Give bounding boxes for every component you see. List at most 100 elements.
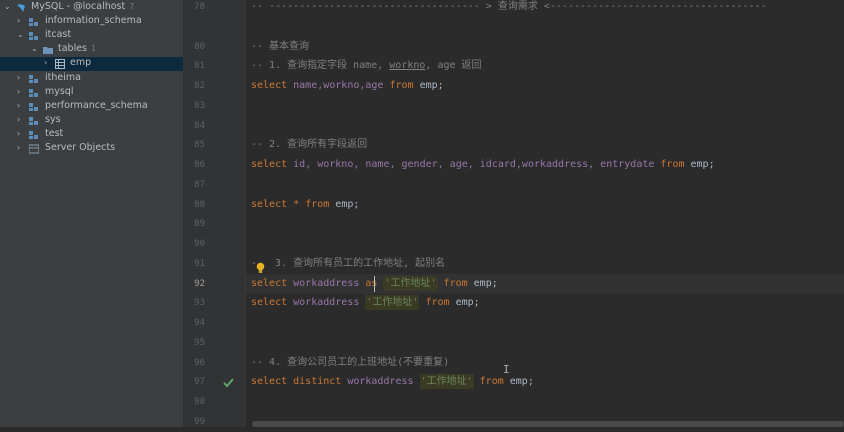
code-line-82: select name,workno,age from emp; — [251, 76, 444, 96]
line-number: 90 — [194, 239, 205, 249]
lightbulb-icon[interactable] — [256, 262, 265, 274]
tables-count: 1 — [91, 44, 97, 53]
schema-icon — [29, 18, 38, 26]
table-name: emp; — [467, 278, 498, 289]
keyword-distinct: distinct — [287, 376, 342, 387]
column-name: workaddress — [287, 297, 366, 308]
tree-node-tables[interactable]: ⌄ tables 1 — [0, 43, 183, 57]
keyword-from: from — [389, 80, 414, 91]
string-alias: '工作地址' — [419, 374, 474, 389]
line-number: 91 — [194, 259, 205, 269]
keyword-from: from — [419, 297, 450, 308]
table-icon — [55, 59, 65, 69]
run-success-check-icon[interactable] — [223, 377, 234, 388]
tree-label: itcast — [45, 29, 72, 40]
table-name: emp; — [329, 199, 360, 210]
keyword-from: from — [437, 278, 468, 289]
tree-node-mysql[interactable]: › mysql — [0, 86, 183, 100]
horizontal-scrollbar[interactable] — [252, 421, 844, 427]
chevron-right-icon[interactable]: › — [44, 58, 47, 67]
schema-icon — [29, 32, 38, 40]
comment: -- 2. 查询所有字段返回 — [251, 139, 368, 150]
table-name: emp; — [413, 80, 444, 91]
tree-label: tables — [58, 43, 88, 54]
tree-node-emp[interactable]: › emp — [0, 57, 183, 71]
folder-icon — [43, 47, 53, 54]
chevron-down-icon[interactable]: ⌄ — [4, 2, 11, 11]
table-name: emp; — [503, 376, 534, 387]
code-line-96: -- 4. 查询公司员工的上班地址(不要重复) — [251, 353, 449, 373]
keyword-select: select — [251, 376, 288, 387]
keyword-select: select — [251, 297, 288, 308]
comment: -- 基本查询 — [251, 41, 310, 52]
comment: , age 返回 — [425, 60, 482, 71]
schema-icon — [29, 103, 38, 111]
line-number-current: 92 — [194, 279, 205, 289]
line-number: 99 — [194, 417, 205, 427]
chevron-right-icon[interactable]: › — [17, 87, 20, 96]
line-number: 93 — [194, 298, 205, 308]
tree-label: sys — [45, 114, 61, 125]
keyword-from: from — [473, 376, 504, 387]
line-number: 81 — [194, 61, 205, 71]
tree-label: information_schema — [45, 15, 142, 26]
column-name: workaddress — [287, 278, 366, 289]
tree-node-performance-schema[interactable]: › performance_schema — [0, 100, 183, 114]
chevron-right-icon[interactable]: › — [17, 143, 20, 152]
tree-node-server-objects[interactable]: › Server Objects — [0, 142, 183, 156]
comment: -- 4. 查询公司员工的上班地址(不要重复) — [251, 357, 450, 368]
line-number: 84 — [194, 121, 205, 131]
code-line-91: - 3. 查询所有员工的工作地址, 起别名 — [251, 254, 445, 274]
schema-icon — [29, 117, 38, 125]
chevron-right-icon[interactable]: › — [17, 129, 20, 138]
code-line-78: -- ----------------------------------- >… — [251, 0, 767, 17]
chevron-right-icon[interactable]: › — [17, 101, 20, 110]
tree-label: mysql — [45, 86, 74, 97]
schema-icon — [29, 131, 38, 139]
line-number: 88 — [194, 200, 205, 210]
chevron-down-icon[interactable]: ⌄ — [31, 44, 38, 53]
line-number: 83 — [194, 101, 205, 111]
keyword-as: as — [365, 278, 378, 289]
comment: 3. 查询所有员工的工作地址, 起别名 — [269, 258, 446, 269]
tree-node-itheima[interactable]: › itheima — [0, 72, 183, 86]
tree-label: performance_schema — [45, 100, 148, 111]
line-number: 86 — [194, 160, 205, 170]
line-number: 95 — [194, 338, 205, 348]
tree-node-itcast[interactable]: ⌄ itcast — [0, 29, 183, 43]
string-alias: '工作地址' — [365, 295, 420, 310]
code-line-81: -- 1. 查询指定字段 name, workno, age 返回 — [251, 56, 482, 76]
tree-node-information-schema[interactable]: › information_schema — [0, 15, 183, 29]
keyword-from: from — [305, 199, 330, 210]
code-line-80: -- 基本查询 — [251, 37, 309, 57]
mouse-cursor-icon: I — [503, 363, 510, 376]
line-number: 85 — [194, 140, 205, 150]
code-line-93: select workaddress '工作地址' from emp; — [251, 293, 480, 313]
column-name: workaddress — [341, 376, 420, 387]
chevron-right-icon[interactable]: › — [17, 16, 20, 25]
line-number: 78 — [194, 2, 205, 12]
line-number: 87 — [194, 180, 205, 190]
table-name: emp; — [684, 159, 715, 170]
line-number: 94 — [194, 318, 205, 328]
keyword-select: select — [251, 278, 288, 289]
chevron-down-icon[interactable]: ⌄ — [17, 30, 24, 39]
line-number: 96 — [194, 358, 205, 368]
schema-icon — [29, 89, 38, 97]
chevron-right-icon[interactable]: › — [17, 115, 20, 124]
tree-node-connection[interactable]: ⌄ MySQL - @localhost 7 — [0, 1, 183, 15]
tree-node-sys[interactable]: › sys — [0, 114, 183, 128]
database-explorer: ⌄ MySQL - @localhost 7 › information_sche… — [0, 0, 183, 427]
tree-label: test — [45, 128, 64, 139]
comment-underlined-word: workno — [389, 60, 426, 71]
schema-icon — [29, 75, 38, 83]
tree-label: emp — [70, 57, 92, 68]
mysql-icon — [17, 4, 25, 12]
chevron-right-icon[interactable]: › — [17, 73, 20, 82]
column-list: id, workno, name, gender, age, idcard,wo… — [287, 159, 661, 170]
line-number: 89 — [194, 219, 205, 229]
text-caret — [374, 276, 375, 292]
line-number: 80 — [194, 42, 205, 52]
tree-node-test[interactable]: › test — [0, 128, 183, 142]
keyword-from: from — [660, 159, 685, 170]
